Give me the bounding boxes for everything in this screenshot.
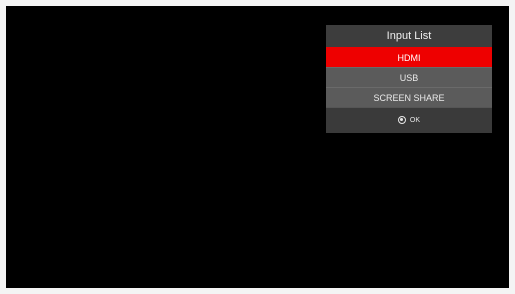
input-item-hdmi[interactable]: HDMI — [326, 47, 492, 67]
input-item-screen-share[interactable]: SCREEN SHARE — [326, 87, 492, 107]
panel-footer: OK — [326, 107, 492, 132]
panel-title: Input List — [326, 25, 492, 47]
input-list-panel: Input List HDMI USB SCREEN SHARE OK — [326, 25, 492, 133]
ok-button-icon — [397, 115, 406, 124]
input-item-usb[interactable]: USB — [326, 67, 492, 87]
input-list: HDMI USB SCREEN SHARE — [326, 47, 492, 107]
ok-label: OK — [409, 117, 421, 124]
tv-frame: Input List HDMI USB SCREEN SHARE OK — [0, 0, 515, 294]
